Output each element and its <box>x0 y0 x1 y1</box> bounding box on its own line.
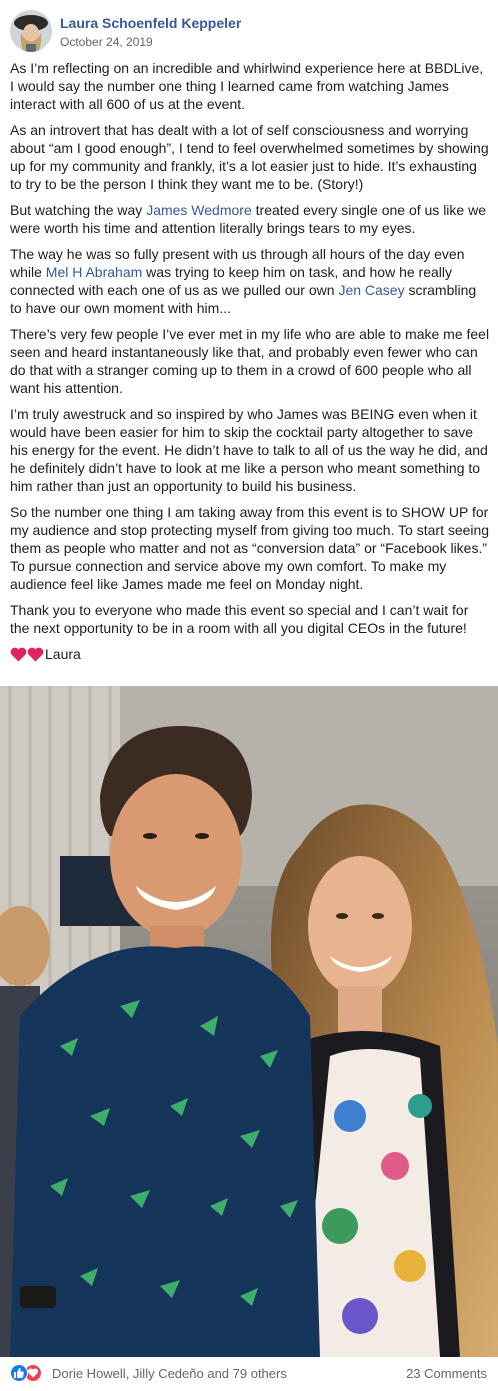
paragraph: I’m truly awestruck and so inspired by w… <box>10 406 488 494</box>
avatar[interactable] <box>10 10 52 52</box>
red-heart-emoji-icon <box>10 647 44 662</box>
post-header: Laura Schoenfeld Keppeler October 24, 20… <box>10 10 490 54</box>
comments-count[interactable]: 23 Comments <box>406 1366 487 1381</box>
paragraph: As an introvert that has dealt with a lo… <box>10 122 489 192</box>
author-name[interactable]: Laura Schoenfeld Keppeler <box>60 15 241 31</box>
post-footer: Dorie Howell, Jilly Cedeño and 79 others… <box>0 1357 498 1391</box>
paragraph: As I’m reflecting on an incredible and w… <box>10 60 484 112</box>
paragraph: So the number one thing I am taking away… <box>10 504 490 592</box>
mention-james-wedmore[interactable]: James Wedmore <box>146 202 252 218</box>
like-icon <box>10 1364 28 1382</box>
signoff: Laura <box>10 645 490 663</box>
paragraph: There’s very few people I’ve ever met in… <box>10 326 490 396</box>
avatar-image <box>10 10 52 52</box>
post-photo[interactable] <box>0 686 498 1357</box>
post-text: As I’m reflecting on an incredible and w… <box>10 59 490 671</box>
reaction-icons[interactable] <box>10 1364 44 1382</box>
paragraph: But watching the way James Wedmore treat… <box>10 201 490 237</box>
signoff-name: Laura <box>45 646 81 662</box>
text-segment: But watching the way <box>10 202 147 218</box>
photo-two-people-icon <box>0 686 498 1357</box>
reactors-summary[interactable]: Dorie Howell, Jilly Cedeño and 79 others <box>52 1366 287 1381</box>
paragraph: The way he was so fully present with us … <box>10 245 490 317</box>
post-timestamp[interactable]: October 24, 2019 <box>60 35 153 49</box>
mention-mel-h-abraham[interactable]: Mel H Abraham <box>46 264 142 280</box>
paragraph: Thank you to everyone who made this even… <box>10 602 469 636</box>
mention-jen-casey[interactable]: Jen Casey <box>338 282 404 298</box>
